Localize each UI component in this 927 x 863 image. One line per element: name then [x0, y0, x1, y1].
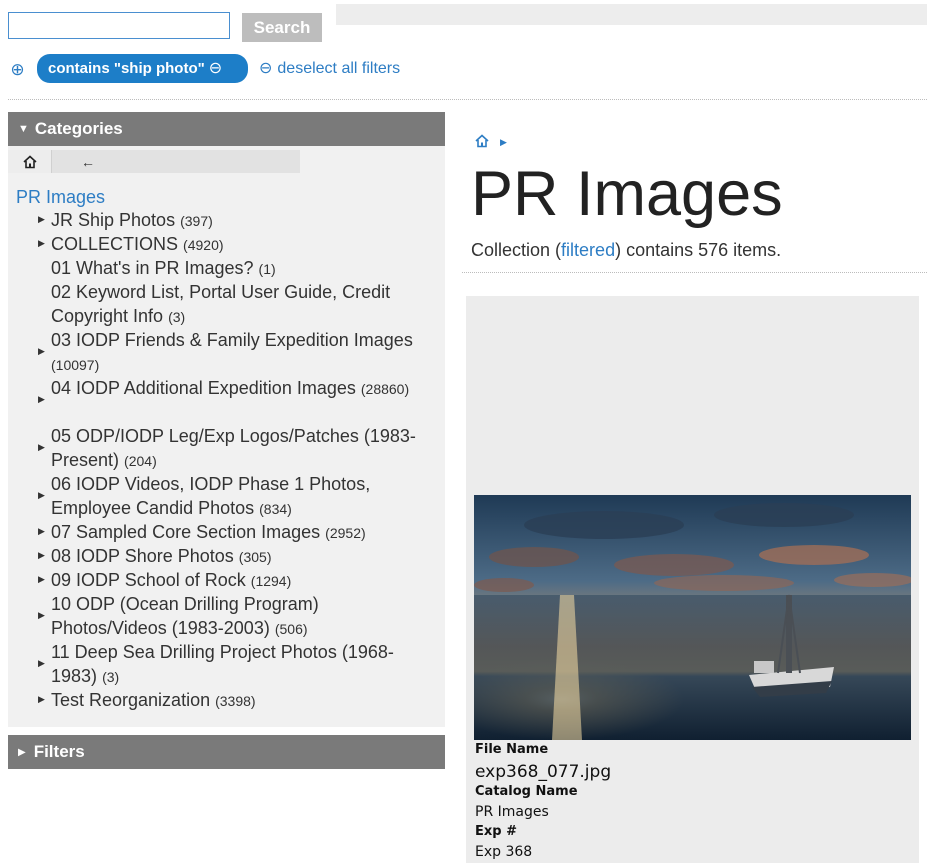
- tree-item-10-odp[interactable]: 10 ODP (Ocean Drilling Program) Photos/V…: [51, 592, 436, 641]
- deselect-all-label: deselect all filters: [277, 60, 401, 77]
- categories-title: Categories: [34, 119, 123, 138]
- header-bar: [336, 4, 927, 25]
- tree-item-11-deep-sea-drilling[interactable]: 11 Deep Sea Drilling Project Photos (196…: [51, 640, 436, 689]
- tree-item-label: 04 IODP Additional Expedition Images: [51, 378, 356, 398]
- tree-item-count: (1): [258, 261, 276, 277]
- expand-arrow-icon[interactable]: ▶: [38, 658, 45, 669]
- divider: [8, 99, 927, 100]
- tree-item-label: JR Ship Photos: [51, 210, 176, 230]
- tree-item-04-iodp-additional[interactable]: 04 IODP Additional Expedition Images (28…: [51, 376, 436, 401]
- add-filter-icon[interactable]: ⊕: [8, 60, 27, 79]
- deselect-all-filters-link[interactable]: ⊖ deselect all filters: [259, 58, 400, 80]
- expand-arrow-icon[interactable]: ▶: [38, 574, 45, 585]
- tree-item-08-shore-photos[interactable]: 08 IODP Shore Photos (305): [51, 544, 436, 569]
- categories-header[interactable]: ▼ Categories: [8, 112, 445, 146]
- expand-arrow-icon[interactable]: ▶: [38, 214, 45, 225]
- home-button[interactable]: [8, 150, 52, 173]
- meta-label-catalog-name: Catalog Name: [475, 784, 578, 799]
- expand-arrow-icon[interactable]: ▶: [38, 346, 45, 357]
- expand-arrow-icon[interactable]: ▶: [38, 490, 45, 501]
- tree-item-collections[interactable]: COLLECTIONS (4920): [51, 232, 436, 257]
- summary-prefix: Collection (: [471, 240, 562, 260]
- filters-header[interactable]: ▶ Filters: [8, 735, 445, 769]
- expand-arrow-icon[interactable]: ▶: [38, 238, 45, 249]
- home-icon: [22, 154, 37, 168]
- collapse-triangle-icon: ▼: [18, 123, 29, 135]
- tree-item-label: 06 IODP Videos, IODP Phase 1 Photos, Emp…: [51, 474, 371, 518]
- back-arrow-icon[interactable]: ←: [76, 150, 100, 173]
- tree-item-03-iodp-friends-family[interactable]: 03 IODP Friends & Family Expedition Imag…: [51, 328, 436, 377]
- expand-arrow-icon[interactable]: ▶: [38, 610, 45, 621]
- breadcrumb-home-icon[interactable]: [474, 133, 490, 149]
- active-filter-chip[interactable]: contains "ship photo" ⊖: [37, 54, 248, 83]
- tree-item-label: 02 Keyword List, Portal User Guide, Cred…: [51, 282, 391, 326]
- remove-filter-icon[interactable]: ⊖: [209, 60, 222, 77]
- tree-item-count: (28860): [360, 381, 410, 397]
- expand-arrow-icon[interactable]: ▶: [38, 442, 45, 453]
- tree-item-count: (834): [259, 501, 292, 517]
- tree-item-label: 05 ODP/IODP Leg/Exp Logos/Patches (1983-…: [51, 426, 416, 470]
- result-thumbnail[interactable]: [474, 495, 911, 740]
- expand-arrow-icon[interactable]: ▶: [38, 394, 45, 405]
- meta-value-file-name: exp368_077.jpg: [475, 762, 612, 782]
- expand-arrow-icon[interactable]: ▶: [38, 550, 45, 561]
- tree-item-label: COLLECTIONS: [51, 234, 179, 254]
- expand-triangle-icon: ▶: [18, 747, 26, 758]
- meta-label-exp: Exp #: [475, 824, 517, 839]
- filtered-link[interactable]: filtered: [561, 240, 615, 260]
- tree-item-06-iodp-videos[interactable]: 06 IODP Videos, IODP Phase 1 Photos, Emp…: [51, 472, 436, 521]
- tree-root-pr-images[interactable]: PR Images: [16, 186, 105, 208]
- tree-item-label: 07 Sampled Core Section Images: [51, 522, 321, 542]
- tree-item-count: (305): [238, 549, 272, 565]
- filters-title: Filters: [33, 742, 85, 761]
- meta-value-catalog-name: PR Images: [475, 804, 549, 820]
- tree-item-02-keyword-list[interactable]: 02 Keyword List, Portal User Guide, Cred…: [51, 280, 436, 329]
- tree-item-count: (10097): [51, 357, 100, 373]
- tree-item-count: (397): [180, 213, 213, 229]
- summary-suffix: ) contains 576 items.: [615, 240, 782, 260]
- deselect-icon: ⊖: [259, 60, 273, 77]
- tree-item-07-sampled-core[interactable]: 07 Sampled Core Section Images (2952): [51, 520, 436, 545]
- tree-item-jr-ship-photos[interactable]: JR Ship Photos (397): [51, 208, 436, 233]
- active-filter-label: contains "ship photo": [48, 60, 205, 77]
- tree-item-count: (3): [102, 669, 120, 685]
- tree-item-label: 09 IODP School of Rock: [51, 570, 246, 590]
- tree-item-label: 01 What's in PR Images?: [51, 258, 254, 278]
- tree-item-test-reorganization[interactable]: Test Reorganization (3398): [51, 688, 436, 713]
- divider: [462, 272, 927, 273]
- tree-item-count: (2952): [325, 525, 366, 541]
- expand-arrow-icon[interactable]: ▶: [38, 526, 45, 537]
- tree-item-count: (3): [168, 309, 186, 325]
- tree-item-01-whats-in-pr-images[interactable]: 01 What's in PR Images? (1): [51, 256, 436, 281]
- tree-item-count: (4920): [183, 237, 224, 253]
- tree-item-count: (3398): [215, 693, 256, 709]
- tree-item-label: 03 IODP Friends & Family Expedition Imag…: [51, 330, 413, 350]
- search-button[interactable]: Search: [242, 13, 322, 42]
- meta-label-file-name: File Name: [475, 742, 549, 757]
- expand-arrow-icon[interactable]: ▶: [38, 694, 45, 705]
- tree-item-09-school-of-rock[interactable]: 09 IODP School of Rock (1294): [51, 568, 436, 593]
- breadcrumb-arrow-icon: ▶: [500, 137, 507, 147]
- tree-item-05-logos-patches[interactable]: 05 ODP/IODP Leg/Exp Logos/Patches (1983-…: [51, 424, 436, 473]
- search-input[interactable]: [8, 12, 230, 39]
- page-title: PR Images: [471, 159, 783, 229]
- meta-value-exp: Exp 368: [475, 844, 533, 860]
- tree-item-count: (204): [124, 453, 157, 469]
- tree-item-count: (506): [274, 621, 308, 637]
- collection-summary: Collection (filtered) contains 576 items…: [471, 238, 781, 262]
- tree-item-label: Test Reorganization: [51, 690, 211, 710]
- tree-item-count: (1294): [250, 573, 292, 589]
- tree-item-label: 08 IODP Shore Photos: [51, 546, 234, 566]
